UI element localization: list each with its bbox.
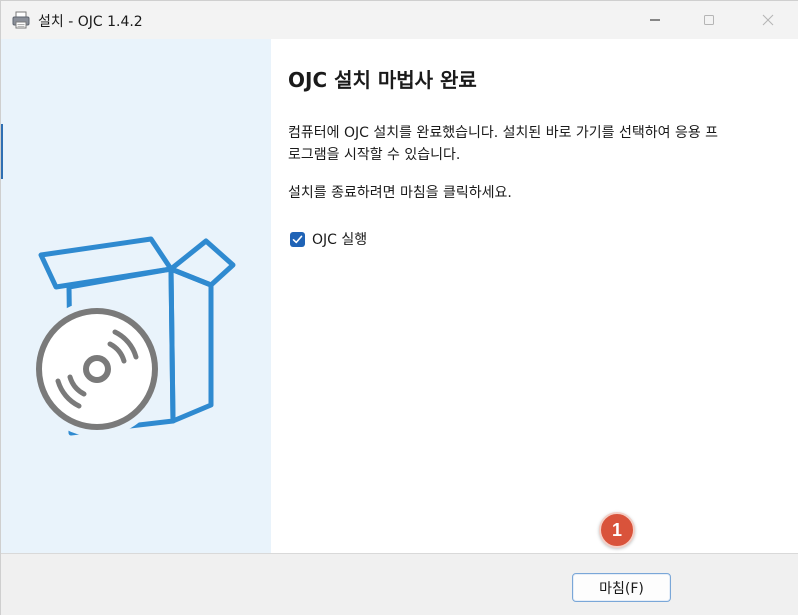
close-button[interactable] (745, 1, 791, 39)
close-icon (762, 11, 774, 30)
installer-window: 설치 - OJC 1.4.2 OJC 설치 마법사 완료 컴퓨터에 OJC 설치… (0, 0, 798, 615)
finish-button[interactable]: 마침(F) (572, 573, 671, 602)
page-title: OJC 설치 마법사 완료 (288, 68, 477, 92)
minimize-icon (649, 11, 661, 30)
maximize-icon (703, 11, 715, 30)
title-bar: 설치 - OJC 1.4.2 (1, 1, 798, 39)
description-line: 로그램을 시작할 수 있습니다. (288, 147, 461, 163)
launch-ojc-checkbox[interactable] (290, 230, 305, 249)
software-box-disc-illustration (29, 229, 241, 473)
checkmark-icon (292, 230, 303, 249)
minimize-button[interactable] (632, 1, 678, 39)
description-line: 컴퓨터에 OJC 설치를 완료했습니다. 설치된 바로 가기를 선택하여 응용 … (288, 125, 719, 141)
launch-ojc-label[interactable]: OJC 실행 (312, 229, 367, 249)
wizard-content: OJC 설치 마법사 완료 컴퓨터에 OJC 설치를 완료했습니다. 설치된 바… (271, 39, 798, 553)
button-bar: 마침(F) (1, 553, 798, 615)
launch-ojc-option[interactable]: OJC 실행 (290, 229, 367, 249)
wizard-sidebar (1, 39, 271, 553)
step-number-badge: 1 (599, 512, 635, 548)
completion-description: 컴퓨터에 OJC 설치를 완료했습니다. 설치된 바로 가기를 선택하여 응용 … (288, 122, 788, 166)
installer-printer-icon (11, 10, 31, 30)
window-title: 설치 - OJC 1.4.2 (38, 14, 143, 30)
maximize-button[interactable] (686, 1, 732, 39)
finish-instruction: 설치를 종료하려면 마침을 클릭하세요. (288, 185, 512, 201)
sidebar-edge-accent (1, 124, 3, 179)
